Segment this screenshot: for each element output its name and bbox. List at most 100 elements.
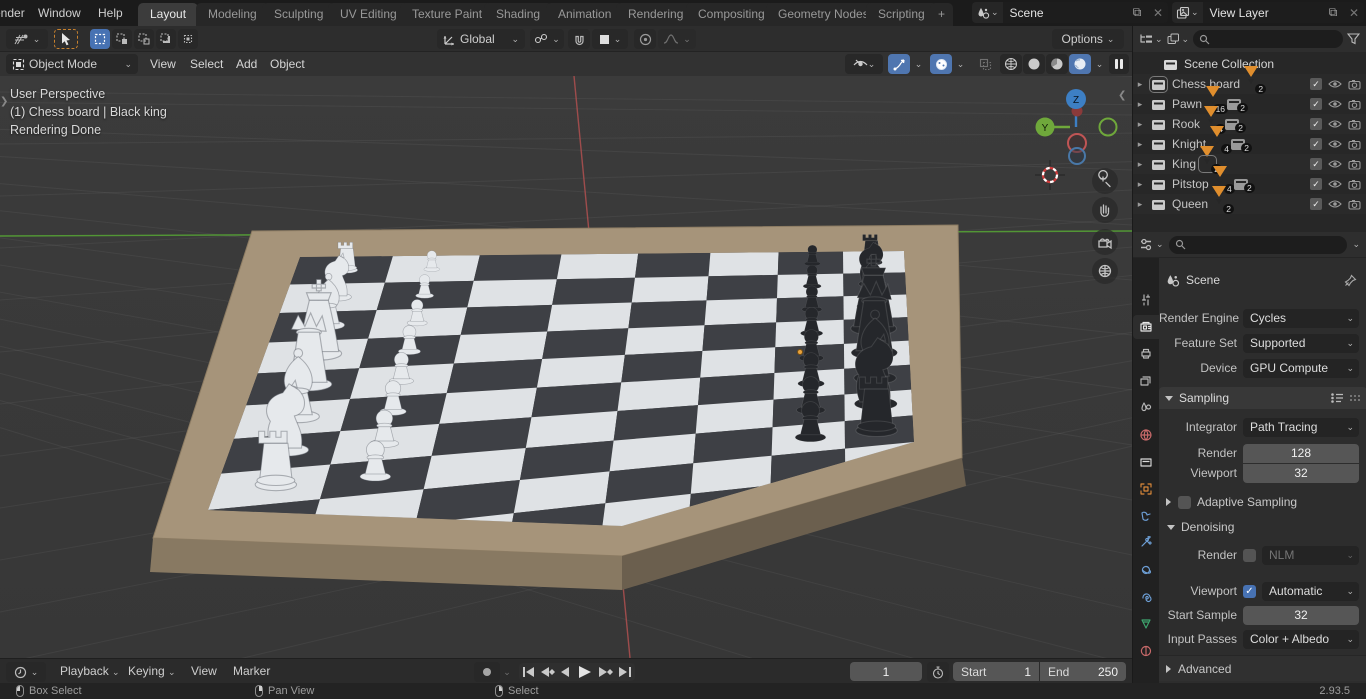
disable-render-camera-icon[interactable] bbox=[1348, 139, 1361, 150]
proportional-edit-toggle[interactable] bbox=[634, 29, 656, 49]
properties-tab-physics[interactable] bbox=[1133, 558, 1159, 582]
overlays-toggle[interactable] bbox=[930, 54, 952, 74]
nav-gizmo[interactable]: ZY bbox=[1036, 89, 1117, 164]
outliner-display-mode-dropdown[interactable]: ⌄ bbox=[1139, 33, 1163, 45]
outliner-row-pawn[interactable]: ▸Pawn162✓ bbox=[1133, 94, 1366, 114]
properties-tab-render[interactable] bbox=[1133, 315, 1159, 339]
expand-arrow-icon[interactable]: ▸ bbox=[1133, 139, 1147, 150]
expand-arrow-icon[interactable]: ▸ bbox=[1133, 159, 1147, 170]
toggle-ortho-button[interactable] bbox=[1092, 258, 1118, 284]
playback-controls[interactable] bbox=[519, 663, 635, 681]
current-frame-field[interactable]: 1 bbox=[850, 662, 922, 681]
exclude-checkbox[interactable]: ✓ bbox=[1310, 158, 1322, 170]
outliner-row-king[interactable]: ▸King2✓ bbox=[1133, 154, 1366, 174]
menu-help[interactable]: Help bbox=[90, 0, 131, 26]
expand-arrow-icon[interactable]: ▸ bbox=[1133, 119, 1147, 130]
adaptive-sampling-checkbox[interactable] bbox=[1178, 496, 1191, 509]
keying-set-dropdown[interactable]: ⌄ bbox=[500, 662, 514, 682]
render-samples-field[interactable]: 128 bbox=[1243, 444, 1359, 463]
outliner-row-rook[interactable]: ▸Rook42✓ bbox=[1133, 114, 1366, 134]
start-sample-field[interactable]: 32 bbox=[1243, 606, 1359, 625]
tab-uv-editing[interactable]: UV Editing bbox=[328, 3, 409, 26]
menu-window[interactable]: Window bbox=[30, 0, 89, 26]
properties-tab-tool[interactable] bbox=[1133, 288, 1159, 312]
xray-toggle[interactable] bbox=[974, 54, 996, 74]
tab-shading[interactable]: Shading bbox=[484, 3, 552, 26]
select-mode-tweak[interactable] bbox=[90, 29, 110, 49]
shading-wireframe-button[interactable] bbox=[1000, 54, 1022, 74]
properties-tab-modifiers[interactable] bbox=[1133, 504, 1159, 528]
expand-arrow-icon[interactable]: ▸ bbox=[1133, 99, 1147, 110]
properties-tab-material[interactable] bbox=[1133, 639, 1159, 663]
menu-playback[interactable]: Playback ⌄ bbox=[52, 659, 128, 684]
outliner-row-pitstop[interactable]: ▸Pitstop42✓ bbox=[1133, 174, 1366, 194]
expand-arrow-icon[interactable]: ▸ bbox=[1133, 179, 1147, 190]
filter-funnel-icon[interactable] bbox=[1347, 33, 1360, 45]
properties-tab-scene[interactable] bbox=[1133, 396, 1159, 420]
pause-preview-button[interactable] bbox=[1109, 54, 1129, 74]
zoom-view-button[interactable] bbox=[1092, 168, 1118, 194]
hide-eye-icon[interactable] bbox=[1328, 199, 1342, 209]
object-visibility-dropdown[interactable]: ⌄ bbox=[845, 54, 883, 74]
hide-eye-icon[interactable] bbox=[1328, 139, 1342, 149]
pan-view-button[interactable] bbox=[1092, 197, 1118, 223]
feature-set-dropdown[interactable]: Supported⌄ bbox=[1243, 334, 1359, 353]
advanced-row[interactable]: Advanced bbox=[1159, 655, 1366, 681]
denoise-viewport-checkbox[interactable]: ✓ bbox=[1243, 585, 1256, 598]
presets-icon[interactable] bbox=[1330, 392, 1345, 404]
camera-view-button[interactable] bbox=[1092, 229, 1118, 255]
expand-arrow-icon[interactable]: ▸ bbox=[1133, 79, 1147, 90]
device-dropdown[interactable]: GPU Compute⌄ bbox=[1243, 359, 1359, 378]
view-layer-remove-button[interactable]: ✕ bbox=[1344, 2, 1364, 23]
properties-search-input[interactable] bbox=[1169, 236, 1348, 254]
sampling-section-header[interactable]: Sampling bbox=[1159, 387, 1366, 409]
disable-render-camera-icon[interactable] bbox=[1348, 159, 1361, 170]
timeline-editor-type-button[interactable]: ⌄ bbox=[6, 662, 46, 682]
tab-layout[interactable]: Layout bbox=[138, 3, 198, 26]
select-mode-subtract[interactable] bbox=[156, 29, 176, 49]
gizmo-toggle[interactable] bbox=[888, 54, 910, 74]
properties-tab-world[interactable] bbox=[1133, 423, 1159, 447]
disable-render-camera-icon[interactable] bbox=[1348, 199, 1361, 210]
add-workspace-button[interactable]: + bbox=[930, 3, 953, 26]
menu-add[interactable]: Add bbox=[228, 52, 265, 76]
editor-type-button[interactable]: ⌄ bbox=[6, 29, 48, 49]
disable-render-camera-icon[interactable] bbox=[1348, 119, 1361, 130]
viewport-samples-field[interactable]: 32 bbox=[1243, 464, 1359, 483]
menu-keying[interactable]: Keying ⌄ bbox=[120, 659, 184, 684]
denoise-viewport-dropdown[interactable]: Automatic⌄ bbox=[1262, 582, 1359, 601]
pin-icon[interactable] bbox=[1344, 274, 1357, 287]
menu-select[interactable]: Select bbox=[182, 52, 231, 76]
hide-eye-icon[interactable] bbox=[1328, 79, 1342, 89]
frame-start-field[interactable]: Start1 bbox=[953, 662, 1039, 681]
denoise-render-checkbox[interactable] bbox=[1243, 549, 1256, 562]
denoising-row[interactable]: Denoising bbox=[1159, 515, 1366, 539]
properties-tab-constraints[interactable] bbox=[1133, 585, 1159, 609]
shading-solid-button[interactable] bbox=[1023, 54, 1045, 74]
menu-marker[interactable]: Marker bbox=[225, 659, 278, 684]
properties-tab-collection[interactable] bbox=[1133, 450, 1159, 474]
hide-eye-icon[interactable] bbox=[1328, 159, 1342, 169]
view-layer-browse-button[interactable]: ⌄ bbox=[1172, 2, 1203, 23]
toolbar-expand-arrow[interactable]: ❯ bbox=[0, 96, 8, 107]
properties-tab-object-data[interactable] bbox=[1133, 612, 1159, 636]
menu-timeline-view[interactable]: View bbox=[183, 659, 225, 684]
properties-tab-object[interactable] bbox=[1133, 477, 1159, 501]
tab-scripting[interactable]: Scripting bbox=[866, 3, 937, 26]
disable-render-camera-icon[interactable] bbox=[1348, 79, 1361, 90]
tab-modeling[interactable]: Modeling bbox=[196, 3, 269, 26]
hide-eye-icon[interactable] bbox=[1328, 119, 1342, 129]
outliner-filter-mode-dropdown[interactable]: ⌄ bbox=[1167, 33, 1190, 45]
properties-options-dropdown[interactable]: ⌄ bbox=[1352, 239, 1360, 250]
options-dropdown[interactable]: Options ⌄ bbox=[1052, 29, 1124, 49]
transform-orientation-dropdown[interactable]: Global ⌄ bbox=[437, 29, 525, 49]
disable-render-camera-icon[interactable] bbox=[1348, 99, 1361, 110]
view-layer-copy-button[interactable]: ⧉ bbox=[1322, 2, 1344, 23]
expand-arrow-icon[interactable]: ▸ bbox=[1133, 199, 1147, 210]
exclude-checkbox[interactable]: ✓ bbox=[1310, 138, 1322, 150]
properties-tab-view-layer[interactable] bbox=[1133, 369, 1159, 393]
exclude-checkbox[interactable]: ✓ bbox=[1310, 198, 1322, 210]
integrator-dropdown[interactable]: Path Tracing⌄ bbox=[1243, 418, 1359, 437]
tab-geometry-nodes[interactable]: Geometry Nodes bbox=[766, 3, 881, 26]
exclude-checkbox[interactable]: ✓ bbox=[1310, 78, 1322, 90]
